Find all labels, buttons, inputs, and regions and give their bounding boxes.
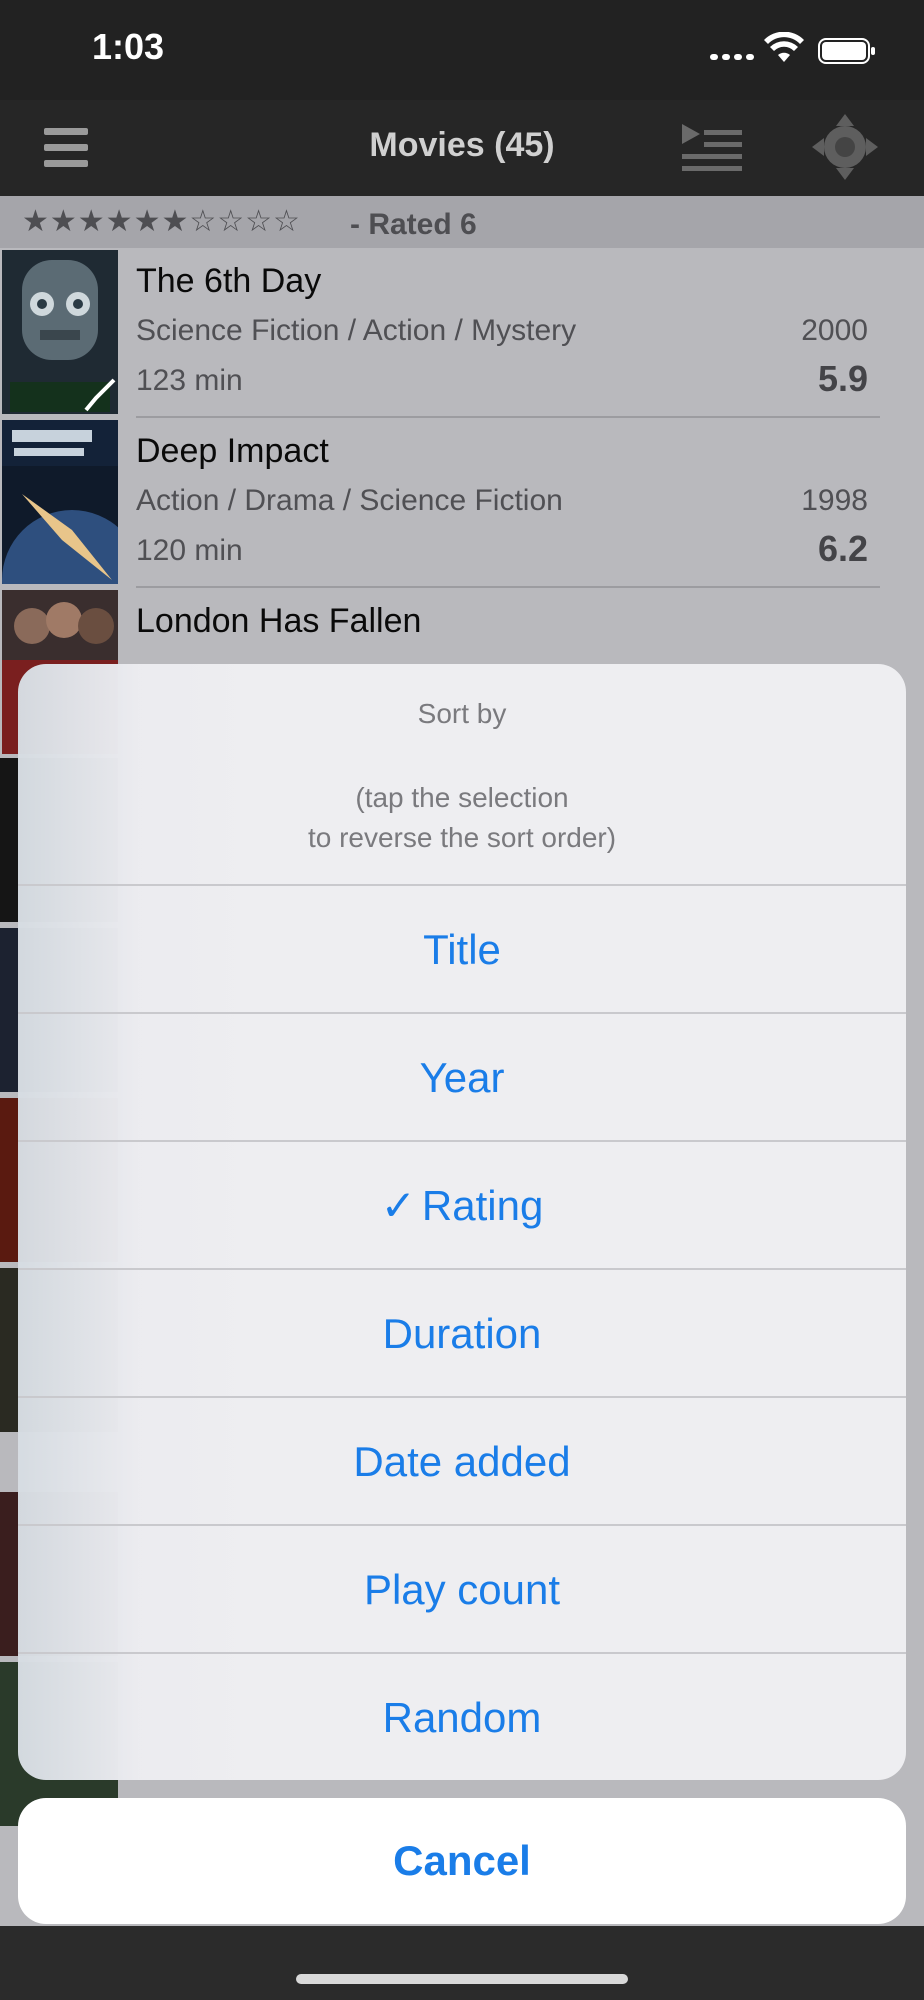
sort-option-rating[interactable]: ✓ Rating <box>18 1140 906 1268</box>
movie-rating: 6.2 <box>817 528 868 569</box>
movie-rating: 5.9 <box>817 358 868 399</box>
movie-title: London Has Fallen <box>136 602 422 640</box>
sheet-message-line: to reverse the sort order) <box>307 822 617 853</box>
sheet-header: Sort by (tap the selection to reverse th… <box>18 664 906 884</box>
section-label: - Rated 6 <box>350 208 477 241</box>
sort-option-random[interactable]: Random <box>18 1652 906 1780</box>
movie-year: 2000 <box>801 314 868 347</box>
sort-option-label: Random <box>382 1694 542 1741</box>
sort-option-label: Year <box>419 1054 505 1101</box>
battery-icon <box>818 38 875 64</box>
remote-icon[interactable] <box>810 112 880 182</box>
home-indicator[interactable] <box>296 1974 628 1984</box>
page-title: Movies (45) <box>369 126 555 164</box>
movie-title: Deep Impact <box>136 432 329 470</box>
status-time: 1:03 <box>92 26 165 67</box>
movie-genre: Science Fiction / Action / Mystery <box>136 314 577 347</box>
sort-action-sheet: Sort by (tap the selection to reverse th… <box>18 664 906 1780</box>
navigation-bar: Movies (45) <box>0 100 924 196</box>
sort-option-label: Rating <box>421 1182 544 1229</box>
movie-row[interactable]: Deep Impact Action / Drama / Science Fic… <box>0 418 924 588</box>
sort-option-label: Play count <box>363 1566 561 1613</box>
sheet-message-line: (tap the selection <box>355 782 569 813</box>
status-bar: 1:03 <box>0 0 924 100</box>
sheet-title: Sort by <box>417 698 507 729</box>
sort-option-label: Date added <box>353 1438 571 1485</box>
sort-option-label: Title <box>423 926 501 973</box>
movie-row[interactable]: The 6th Day Science Fiction / Action / M… <box>0 248 924 418</box>
wifi-icon <box>764 32 804 62</box>
sort-option-year[interactable]: Year <box>18 1012 906 1140</box>
cancel-button[interactable]: Cancel <box>18 1798 906 1924</box>
sort-option-title[interactable]: Title <box>18 884 906 1012</box>
cancel-label: Cancel <box>393 1837 531 1884</box>
movie-poster <box>2 420 118 584</box>
movie-runtime: 120 min <box>136 534 243 567</box>
movie-title: The 6th Day <box>136 262 322 300</box>
sort-option-date-added[interactable]: Date added <box>18 1396 906 1524</box>
checkmark-icon: ✓ <box>380 1182 416 1229</box>
sort-option-play-count[interactable]: Play count <box>18 1524 906 1652</box>
sort-option-label: Duration <box>382 1310 542 1357</box>
cellular-signal-icon <box>710 52 754 62</box>
sheet-message: (tap the selection to reverse the sort o… <box>18 778 906 858</box>
rating-stars: ★★★★★★☆☆☆☆ <box>22 205 301 238</box>
section-header: ★★★★★★☆☆☆☆ - Rated 6 <box>0 196 924 248</box>
playlist-icon[interactable] <box>680 122 744 174</box>
movie-genre: Action / Drama / Science Fiction <box>136 484 563 517</box>
movie-runtime: 123 min <box>136 364 243 397</box>
sort-option-duration[interactable]: Duration <box>18 1268 906 1396</box>
movie-year: 1998 <box>801 484 868 517</box>
movie-poster <box>2 250 118 414</box>
bottom-area <box>0 1926 924 2000</box>
